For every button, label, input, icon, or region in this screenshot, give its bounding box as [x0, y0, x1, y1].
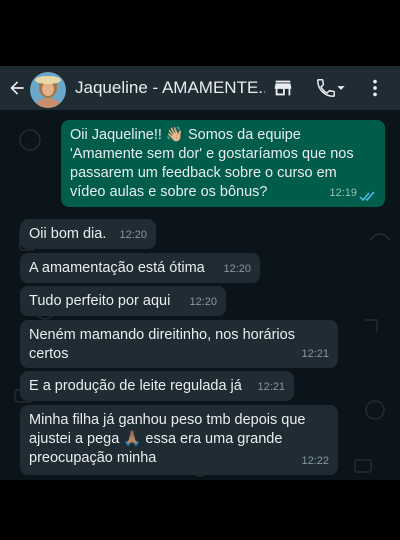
message-bubble-outgoing[interactable]: Oii Jaqueline!! 👋🏼 Somos da equipe 'Amam… [61, 120, 385, 207]
contact-name[interactable]: Jaqueline - AMAMENTE... [75, 78, 265, 98]
read-ticks-icon [359, 191, 375, 202]
message-time: 12:20 [119, 229, 147, 241]
message-time: 12:20 [189, 296, 217, 308]
message-bubble-incoming[interactable]: E a produção de leite regulada já 12:21 [20, 371, 294, 401]
chat-window: Jaqueline - AMAMENTE... Oii Jaqueline!! … [0, 66, 400, 480]
message-time: 12:21 [257, 381, 285, 393]
message-bubble-incoming[interactable]: Tudo perfeito por aqui 12:20 [20, 286, 226, 316]
message-time: 12:20 [223, 263, 251, 275]
message-text: A amamentação está ótima [29, 260, 205, 276]
message-time: 12:19 [329, 187, 357, 199]
message-bubble-incoming[interactable]: Oii bom dia. 12:20 [20, 219, 156, 249]
more-vertical-icon[interactable] [364, 77, 386, 99]
message-bubble-incoming[interactable]: A amamentação está ótima 12:20 [20, 253, 260, 283]
back-arrow-icon[interactable] [7, 78, 27, 98]
chevron-down-icon[interactable] [335, 77, 347, 99]
avatar[interactable] [30, 72, 66, 108]
store-icon[interactable] [272, 77, 294, 99]
message-text: E a produção de leite regulada já [29, 378, 242, 394]
message-text: Minha filha já ganhou peso tmb depois qu… [29, 412, 306, 466]
message-time: 12:21 [301, 348, 329, 360]
chat-header: Jaqueline - AMAMENTE... [0, 66, 400, 110]
message-bubble-incoming[interactable]: Minha filha já ganhou peso tmb depois qu… [20, 405, 338, 475]
call-icon[interactable] [315, 77, 337, 99]
message-bubble-incoming[interactable]: Neném mamando direitinho, nos horários c… [20, 320, 338, 368]
message-text: Neném mamando direitinho, nos horários c… [29, 327, 295, 362]
message-time: 12:22 [301, 455, 329, 467]
